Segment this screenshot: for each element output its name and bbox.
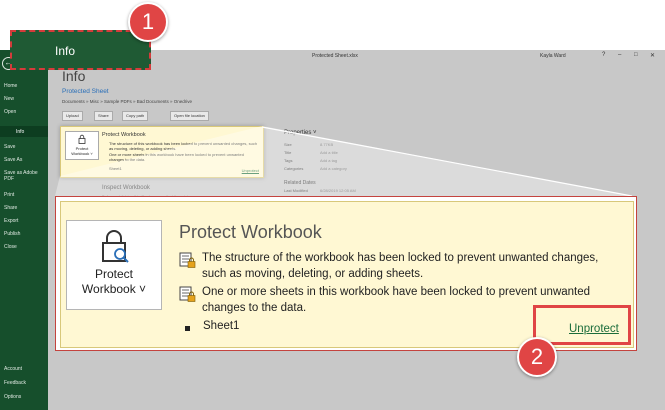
protect-workbook-label-1: Protect bbox=[94, 267, 133, 281]
locked-sheet-icon bbox=[179, 286, 196, 302]
sheet-name: Sheet1 bbox=[203, 320, 240, 332]
structure-locked-row: The structure of the workbook has been l… bbox=[179, 250, 624, 284]
step-2-badge: 2 bbox=[517, 337, 557, 377]
lock-icon bbox=[102, 230, 129, 263]
locked-workbook-icon bbox=[179, 252, 196, 268]
info-callout-label: Info bbox=[55, 44, 76, 58]
protect-workbook-label-2: Workbook ˅ bbox=[81, 282, 147, 296]
protect-workbook-button[interactable]: Protect Workbook ˅ bbox=[66, 220, 162, 310]
info-callout: Info bbox=[10, 30, 151, 70]
protect-workbook-title: Protect Workbook bbox=[179, 222, 322, 242]
bullet-icon bbox=[185, 326, 190, 331]
step-1-badge: 1 bbox=[128, 2, 168, 42]
unprotect-highlight-box bbox=[533, 305, 631, 345]
structure-locked-text: The structure of the workbook has been l… bbox=[202, 252, 599, 280]
